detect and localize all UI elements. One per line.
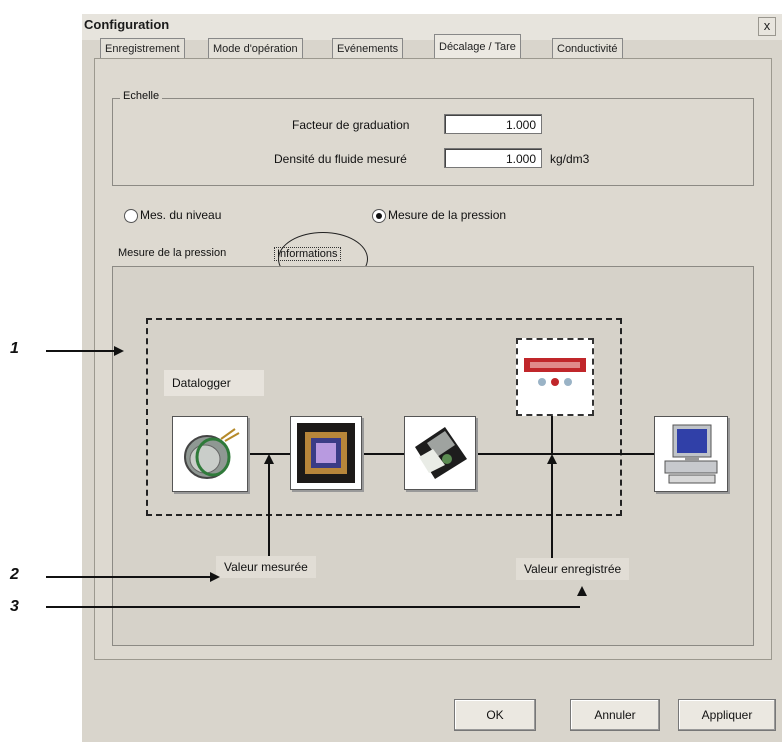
callout-number-2: 2 [10,566,19,583]
radio-pressure-label: Mesure de la pression [388,208,507,222]
radio-level-label: Mes. du niveau [140,208,222,222]
callout-line-3 [46,606,580,608]
callout-line-2 [46,576,212,578]
pressure-sensor-icon [172,416,248,492]
callout-number-3: 3 [10,598,19,615]
measured-value-label: Valeur mesurée [216,556,316,578]
display-unit-icon [516,338,594,416]
density-input[interactable]: 1.000 [444,148,542,168]
callout-line-1 [46,350,116,352]
scale-group [112,98,754,186]
ok-button[interactable]: OK [454,699,536,731]
title-bar: Configuration x [82,14,782,40]
chip-icon [290,416,362,490]
connector [551,412,553,454]
window-title: Configuration [84,17,170,32]
tab-conductivite[interactable]: Conductivité [552,38,623,59]
tab-mode-operation[interactable]: Mode d'opération [208,38,303,59]
recorded-value-label: Valeur enregistrée [516,558,630,580]
connector [360,453,404,455]
datalogger-label: Datalogger [164,370,264,396]
factor-input[interactable]: 1.000 [444,114,542,134]
callout-arrow-1 [114,346,124,356]
radio-level-measure[interactable] [124,209,138,223]
radio-pressure-measure[interactable] [372,209,386,223]
callout-arrow-2 [210,572,220,582]
tab-enregistrement[interactable]: Enregistrement [100,38,185,59]
callout-arrow-3 [577,586,587,596]
connector [474,453,654,455]
factor-label: Facteur de graduation [292,118,410,132]
tab-evenements[interactable]: Evénements [332,38,404,59]
computer-icon [654,416,728,492]
measured-arrow-head [264,454,274,464]
close-button[interactable]: x [758,17,776,36]
callout-number-1: 1 [10,340,19,357]
recorded-arrow-shaft [551,462,553,566]
floppy-disk-icon [404,416,476,490]
cancel-button[interactable]: Annuler [570,699,660,731]
density-label: Densité du fluide mesuré [274,152,407,166]
apply-button[interactable]: Appliquer [678,699,776,731]
subtab-pressure[interactable]: Mesure de la pression [118,247,226,259]
scale-group-label: Echelle [120,90,163,102]
measured-arrow-shaft [268,462,270,568]
density-unit: kg/dm3 [550,152,590,166]
tab-decalage-tare[interactable]: Décalage / Tare [434,34,521,59]
recorded-arrow-head [547,454,557,464]
